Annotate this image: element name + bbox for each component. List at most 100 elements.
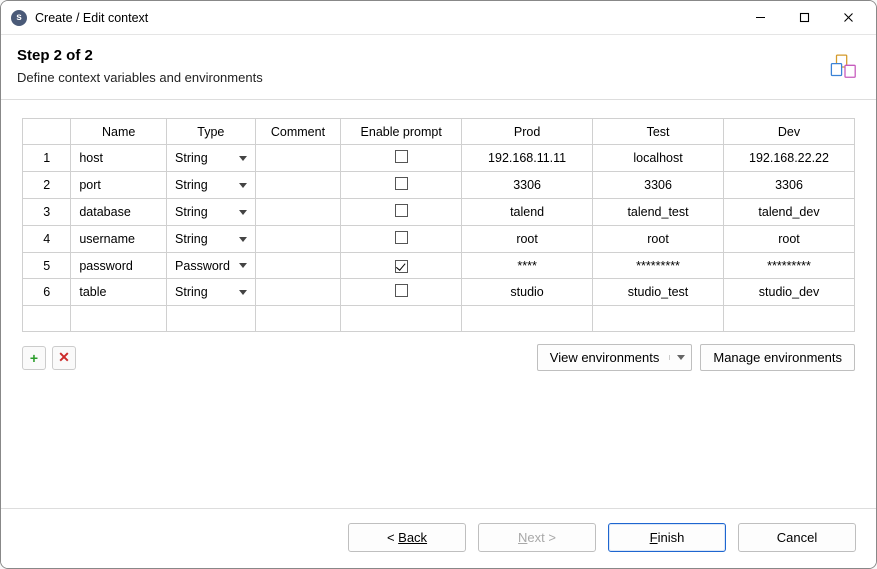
prompt-checkbox[interactable] <box>395 284 408 297</box>
col-header-type[interactable]: Type <box>167 119 256 145</box>
cell-name[interactable]: database <box>71 199 167 226</box>
plus-icon: + <box>30 350 38 366</box>
table-toolbar: + ✕ View environments Manage environment… <box>22 344 855 371</box>
cell-dev[interactable]: root <box>724 226 855 253</box>
table-row-empty[interactable] <box>23 306 855 332</box>
cell-type[interactable]: String <box>167 145 256 172</box>
prompt-checkbox[interactable] <box>395 231 408 244</box>
cell-comment[interactable] <box>255 199 341 226</box>
dialog-window: s Create / Edit context Step 2 of 2 Defi… <box>0 0 877 569</box>
cell-type[interactable]: Password <box>167 253 256 279</box>
table-row[interactable]: 5passwordPassword********************** <box>23 253 855 279</box>
prompt-checkbox[interactable] <box>395 204 408 217</box>
close-button[interactable] <box>826 3 870 33</box>
maximize-icon <box>799 12 810 23</box>
col-header-prompt[interactable]: Enable prompt <box>341 119 462 145</box>
row-number: 1 <box>23 145 71 172</box>
cell-test[interactable]: talend_test <box>593 199 724 226</box>
table-row[interactable]: 1hostString 192.168.11.11localhost192.168… <box>23 145 855 172</box>
cell-dev[interactable]: talend_dev <box>724 199 855 226</box>
cell-dev[interactable]: 3306 <box>724 172 855 199</box>
cell-test[interactable]: root <box>593 226 724 253</box>
cell-comment[interactable] <box>255 226 341 253</box>
cell-dev[interactable]: ********* <box>724 253 855 279</box>
table-row[interactable]: 4usernameStringrootrootroot <box>23 226 855 253</box>
cancel-button[interactable]: Cancel <box>738 523 856 552</box>
wizard-header: Step 2 of 2 Define context variables and… <box>1 35 876 100</box>
col-header-number[interactable] <box>23 119 71 145</box>
table-row[interactable]: 6tableStringstudiostudio_teststudio_dev <box>23 279 855 306</box>
cell-prompt[interactable] <box>341 279 462 306</box>
cell-type[interactable]: String <box>167 172 256 199</box>
col-header-name[interactable]: Name <box>71 119 167 145</box>
cell-test[interactable]: localhost <box>593 145 724 172</box>
type-value: String <box>175 285 208 299</box>
row-number: 2 <box>23 172 71 199</box>
cell-dev[interactable]: studio_dev <box>724 279 855 306</box>
cancel-label: Cancel <box>777 530 817 545</box>
cell-type[interactable]: String <box>167 279 256 306</box>
type-value: String <box>175 178 208 192</box>
cell-comment[interactable] <box>255 145 341 172</box>
col-header-dev[interactable]: Dev <box>724 119 855 145</box>
context-table[interactable]: Name Type Comment Enable prompt Prod Tes… <box>22 118 855 332</box>
chevron-down-icon <box>677 355 685 360</box>
col-header-comment[interactable]: Comment <box>255 119 341 145</box>
chevron-down-icon <box>239 156 247 161</box>
cell-name[interactable]: username <box>71 226 167 253</box>
wizard-icon <box>828 50 862 84</box>
cell-name[interactable]: password <box>71 253 167 279</box>
prompt-checkbox[interactable] <box>395 177 408 190</box>
cell-prompt[interactable] <box>341 172 462 199</box>
cell-comment[interactable] <box>255 279 341 306</box>
maximize-button[interactable] <box>782 3 826 33</box>
manage-environments-button[interactable]: Manage environments <box>700 344 855 371</box>
chevron-down-icon <box>239 290 247 295</box>
cell-test[interactable]: 3306 <box>593 172 724 199</box>
view-environments-label: View environments <box>550 350 660 365</box>
cell-prod[interactable]: 192.168.11.11 <box>462 145 593 172</box>
cell-name[interactable]: table <box>71 279 167 306</box>
cell-prod[interactable]: root <box>462 226 593 253</box>
wizard-footer: < Back Next > Finish Cancel <box>1 508 876 568</box>
cell-prompt[interactable] <box>341 145 462 172</box>
cell-prod[interactable]: studio <box>462 279 593 306</box>
cell-prompt[interactable] <box>341 199 462 226</box>
cell-test[interactable]: studio_test <box>593 279 724 306</box>
col-header-prod[interactable]: Prod <box>462 119 593 145</box>
app-icon: s <box>11 10 27 26</box>
cell-prompt[interactable] <box>341 226 462 253</box>
table-header-row: Name Type Comment Enable prompt Prod Tes… <box>23 119 855 145</box>
cell-comment[interactable] <box>255 172 341 199</box>
cell-prod[interactable]: 3306 <box>462 172 593 199</box>
cell-dev[interactable]: 192.168.22.22 <box>724 145 855 172</box>
table-row[interactable]: 2portString330633063306 <box>23 172 855 199</box>
finish-button[interactable]: Finish <box>608 523 726 552</box>
cell-comment[interactable] <box>255 253 341 279</box>
cell-name[interactable]: host <box>71 145 167 172</box>
cell-type[interactable]: String <box>167 226 256 253</box>
prompt-checkbox[interactable] <box>395 150 408 163</box>
table-row[interactable]: 3database String talendtalend_testtalend_d… <box>23 199 855 226</box>
cell-name[interactable]: port <box>71 172 167 199</box>
delete-row-button[interactable]: ✕ <box>52 346 76 370</box>
type-value: String <box>175 205 208 219</box>
row-number: 4 <box>23 226 71 253</box>
step-description: Define context variables and environment… <box>17 70 860 85</box>
prompt-checkbox[interactable] <box>395 260 408 273</box>
col-header-test[interactable]: Test <box>593 119 724 145</box>
cell-prod[interactable]: **** <box>462 253 593 279</box>
manage-environments-label: Manage environments <box>713 350 842 365</box>
cell-test[interactable]: ********* <box>593 253 724 279</box>
chevron-down-icon <box>239 237 247 242</box>
add-row-button[interactable]: + <box>22 346 46 370</box>
back-button[interactable]: < Back <box>348 523 466 552</box>
cell-prompt[interactable] <box>341 253 462 279</box>
cell-prod[interactable]: talend <box>462 199 593 226</box>
cell-type[interactable]: String <box>167 199 256 226</box>
cross-icon: ✕ <box>58 349 70 366</box>
view-environments-button[interactable]: View environments <box>537 344 693 371</box>
minimize-button[interactable] <box>738 3 782 33</box>
row-number: 3 <box>23 199 71 226</box>
dropdown-indicator[interactable] <box>669 355 685 360</box>
